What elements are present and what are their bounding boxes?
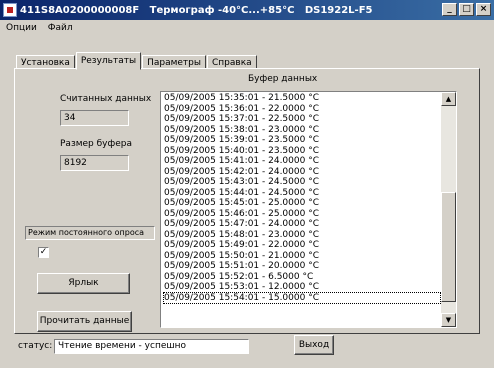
data-buffer-list[interactable]: 05/09/2005 15:35:01 - 21.5000 °C 05/09/20… [160, 91, 457, 328]
tab-help[interactable]: Справка [207, 55, 257, 69]
tab-strip: Установка Результаты Параметры Справка [16, 51, 258, 70]
window-controls: _ □ × [442, 3, 491, 16]
status-field: Чтение времени - успешно [54, 339, 249, 354]
buffer-row[interactable]: 05/09/2005 15:38:01 - 23.0000 °C [164, 125, 440, 136]
buffer-row[interactable]: 05/09/2005 15:45:01 - 25.0000 °C [164, 198, 440, 209]
buffer-size-label: Размер буфера [60, 139, 132, 149]
buffer-row[interactable]: 05/09/2005 15:35:01 - 21.5000 °C [164, 93, 440, 104]
scroll-thumb[interactable] [441, 192, 456, 302]
status-label: статус: [18, 341, 53, 351]
list-scrollbar[interactable]: ▲ ▼ [441, 92, 456, 327]
app-icon [3, 3, 17, 17]
tab-parameters[interactable]: Параметры [142, 55, 206, 69]
buffer-row[interactable]: 05/09/2005 15:41:01 - 24.0000 °C [164, 156, 440, 167]
buffer-row[interactable]: 05/09/2005 15:46:01 - 25.0000 °C [164, 209, 440, 220]
close-icon[interactable]: × [476, 3, 491, 16]
window-title: 411S8A0200000008F Термограф -40°C...+85°… [20, 4, 373, 16]
buffer-row[interactable]: 05/09/2005 15:54:01 - 15.0000 °C [163, 291, 441, 304]
buffer-size-field: 8192 [60, 155, 129, 171]
buffer-row[interactable]: 05/09/2005 15:53:01 - 12.0000 °C [164, 282, 440, 293]
buffer-row[interactable]: 05/09/2005 15:50:01 - 21.0000 °C [164, 251, 440, 262]
buffer-row[interactable]: 05/09/2005 15:43:01 - 24.5000 °C [164, 177, 440, 188]
read-count-field: 34 [60, 110, 129, 126]
buffer-row[interactable]: 05/09/2005 15:42:01 - 24.0000 °C [164, 167, 440, 178]
scroll-up-icon[interactable]: ▲ [441, 92, 456, 106]
buffer-row[interactable]: 05/09/2005 15:48:01 - 23.0000 °C [164, 230, 440, 241]
tab-setup[interactable]: Установка [16, 55, 75, 69]
shortcut-button[interactable]: Ярлык [37, 273, 130, 294]
maximize-icon[interactable]: □ [459, 3, 474, 16]
read-count-label: Считанных данных [60, 94, 152, 104]
buffer-row[interactable]: 05/09/2005 15:39:01 - 23.5000 °C [164, 135, 440, 146]
tab-results[interactable]: Результаты [75, 52, 142, 70]
polling-mode-label: Режим постоянного опроса [25, 226, 155, 240]
menu-options[interactable]: Опции [0, 21, 42, 37]
exit-button[interactable]: Выход [294, 335, 334, 355]
buffer-row[interactable]: 05/09/2005 15:51:01 - 20.0000 °C [164, 261, 440, 272]
read-data-button[interactable]: Прочитать данные [37, 311, 132, 332]
menu-bar: Опции Файл [0, 21, 78, 37]
polling-mode-checkbox[interactable]: ✓ [38, 247, 49, 258]
scroll-down-icon[interactable]: ▼ [441, 313, 456, 327]
menu-file[interactable]: Файл [42, 21, 78, 37]
buffer-row[interactable]: 05/09/2005 15:49:01 - 22.0000 °C [164, 240, 440, 251]
title-bar: 411S8A0200000008F Термограф -40°C...+85°… [0, 0, 494, 20]
buffer-row[interactable]: 05/09/2005 15:52:01 - 6.5000 °C [164, 272, 440, 283]
buffer-rows: 05/09/2005 15:35:01 - 21.5000 °C 05/09/20… [163, 93, 441, 304]
buffer-row[interactable]: 05/09/2005 15:44:01 - 24.5000 °C [164, 188, 440, 199]
buffer-row[interactable]: 05/09/2005 15:47:01 - 24.0000 °C [164, 219, 440, 230]
minimize-icon[interactable]: _ [442, 3, 457, 16]
buffer-row[interactable]: 05/09/2005 15:36:01 - 22.0000 °C [164, 104, 440, 115]
buffer-title: Буфер данных [248, 74, 318, 84]
buffer-row[interactable]: 05/09/2005 15:37:01 - 22.5000 °C [164, 114, 440, 125]
buffer-row[interactable]: 05/09/2005 15:40:01 - 23.5000 °C [164, 146, 440, 157]
